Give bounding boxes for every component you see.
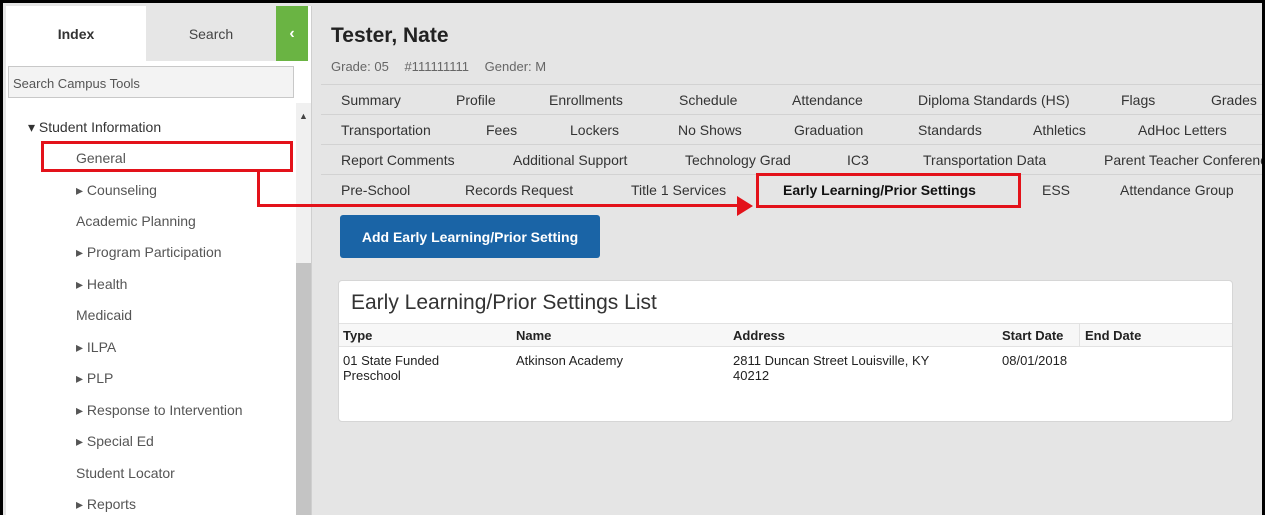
column-header-end-date[interactable]: End Date — [1085, 328, 1141, 343]
tab-fees[interactable]: Fees — [486, 115, 517, 145]
student-name: Tester, Nate — [331, 24, 449, 47]
tree-scrollbar[interactable]: ▲ — [296, 103, 311, 515]
tab-flags[interactable]: Flags — [1121, 85, 1155, 115]
tab-graduation[interactable]: Graduation — [794, 115, 863, 145]
early-learning-list-panel: Early Learning/Prior Settings List Type … — [338, 280, 1233, 422]
tab-index[interactable]: Index — [6, 6, 146, 61]
search-campus-tools-input[interactable]: Search Campus Tools — [8, 66, 294, 98]
tree-item-program-participation[interactable]: ▸ Program Participation — [76, 240, 222, 264]
annotation-arrow-line — [257, 204, 739, 207]
column-header-address[interactable]: Address — [733, 328, 785, 343]
tree-item-plp[interactable]: ▸ PLP — [76, 366, 113, 390]
tab-grades[interactable]: Grades — [1211, 85, 1257, 115]
tab-row-1: Summary Profile Enrollments Schedule Att… — [321, 84, 1262, 115]
list-header: Type Name Address Start Date End Date — [339, 323, 1232, 347]
annotation-arrow-stem — [257, 172, 260, 207]
tab-transportation[interactable]: Transportation — [341, 115, 431, 145]
app-window: Index Search ‹ Search Campus Tools ▾ Stu… — [0, 0, 1265, 515]
scroll-up-icon[interactable]: ▲ — [299, 111, 308, 121]
collapse-panel-button[interactable]: ‹ — [276, 6, 308, 61]
cell-type: 01 State Funded Preschool — [343, 353, 439, 383]
scrollbar-thumb[interactable] — [296, 263, 311, 515]
column-header-name[interactable]: Name — [516, 328, 551, 343]
cell-type-line2: Preschool — [343, 368, 401, 383]
tab-parent-teacher-conferences[interactable]: Parent Teacher Conferences — [1104, 145, 1262, 175]
cell-address: 2811 Duncan Street Louisville, KY 40212 — [733, 353, 929, 383]
student-id: #111111111 — [404, 59, 470, 74]
cell-start-date: 08/01/2018 — [1002, 353, 1068, 368]
tab-adhoc-letters[interactable]: AdHoc Letters — [1138, 115, 1227, 145]
tab-row-3: Report Comments Additional Support Techn… — [321, 144, 1262, 175]
tab-diploma-standards[interactable]: Diploma Standards (HS) — [918, 85, 1070, 115]
tab-technology-grad[interactable]: Technology Grad — [685, 145, 791, 175]
list-title: Early Learning/Prior Settings List — [351, 291, 657, 314]
tab-title-1-services[interactable]: Title 1 Services — [631, 175, 726, 205]
column-header-type[interactable]: Type — [343, 328, 372, 343]
tree-item-reports[interactable]: ▸ Reports — [76, 492, 136, 515]
highlight-early-learning-tab — [756, 173, 1021, 208]
tree-item-student-locator[interactable]: Student Locator — [76, 461, 175, 485]
cell-name: Atkinson Academy — [516, 353, 623, 368]
tab-row-2: Transportation Fees Lockers No Shows Gra… — [321, 114, 1262, 145]
tab-ic3[interactable]: IC3 — [847, 145, 869, 175]
arrow-right-icon — [737, 196, 753, 216]
tab-attendance-group[interactable]: Attendance Group — [1120, 175, 1234, 205]
tab-search[interactable]: Search — [146, 6, 276, 61]
tab-records-request[interactable]: Records Request — [465, 175, 573, 205]
cell-address-line2: 40212 — [733, 368, 770, 383]
column-divider — [1079, 323, 1080, 347]
tab-enrollments[interactable]: Enrollments — [549, 85, 623, 115]
tab-ess[interactable]: ESS — [1042, 175, 1070, 205]
left-tabs: Index Search ‹ — [6, 6, 311, 61]
tree-item-response-to-intervention[interactable]: ▸ Response to Intervention — [76, 398, 243, 422]
tree-item-special-ed[interactable]: ▸ Special Ed — [76, 429, 154, 453]
chevron-left-icon: ‹ — [289, 24, 295, 42]
tab-profile[interactable]: Profile — [456, 85, 496, 115]
student-gender: Gender: M — [484, 59, 547, 74]
tree-item-academic-planning[interactable]: Academic Planning — [76, 209, 196, 233]
cell-type-line1: 01 State Funded — [343, 353, 440, 368]
main-content: Tester, Nate Grade: 05 #111111111 Gender… — [313, 6, 1262, 515]
student-meta: Grade: 05 #111111111 Gender: M — [331, 59, 558, 74]
tab-athletics[interactable]: Athletics — [1033, 115, 1086, 145]
tree-item-student-information[interactable]: ▾ Student Information — [28, 115, 161, 139]
tab-transportation-data[interactable]: Transportation Data — [923, 145, 1046, 175]
tab-no-shows[interactable]: No Shows — [678, 115, 742, 145]
tab-summary[interactable]: Summary — [341, 85, 401, 115]
cell-address-line1: 2811 Duncan Street Louisville, KY — [733, 353, 930, 368]
tab-pre-school[interactable]: Pre-School — [341, 175, 410, 205]
tree-item-ilpa[interactable]: ▸ ILPA — [76, 335, 116, 359]
tab-report-comments[interactable]: Report Comments — [341, 145, 455, 175]
tab-additional-support[interactable]: Additional Support — [513, 145, 627, 175]
add-early-learning-button[interactable]: Add Early Learning/Prior Setting — [340, 215, 600, 258]
tab-lockers[interactable]: Lockers — [570, 115, 619, 145]
tab-attendance[interactable]: Attendance — [792, 85, 863, 115]
tab-schedule[interactable]: Schedule — [679, 85, 737, 115]
left-panel: Index Search ‹ Search Campus Tools ▾ Stu… — [6, 6, 312, 515]
column-header-start-date[interactable]: Start Date — [1002, 328, 1063, 343]
tree-item-counseling[interactable]: ▸ Counseling — [76, 178, 157, 202]
tree-item-medicaid[interactable]: Medicaid — [76, 303, 132, 327]
tree-item-health[interactable]: ▸ Health — [76, 272, 127, 296]
tab-standards[interactable]: Standards — [918, 115, 982, 145]
student-grade: Grade: 05 — [331, 59, 389, 74]
highlight-general — [41, 141, 293, 172]
